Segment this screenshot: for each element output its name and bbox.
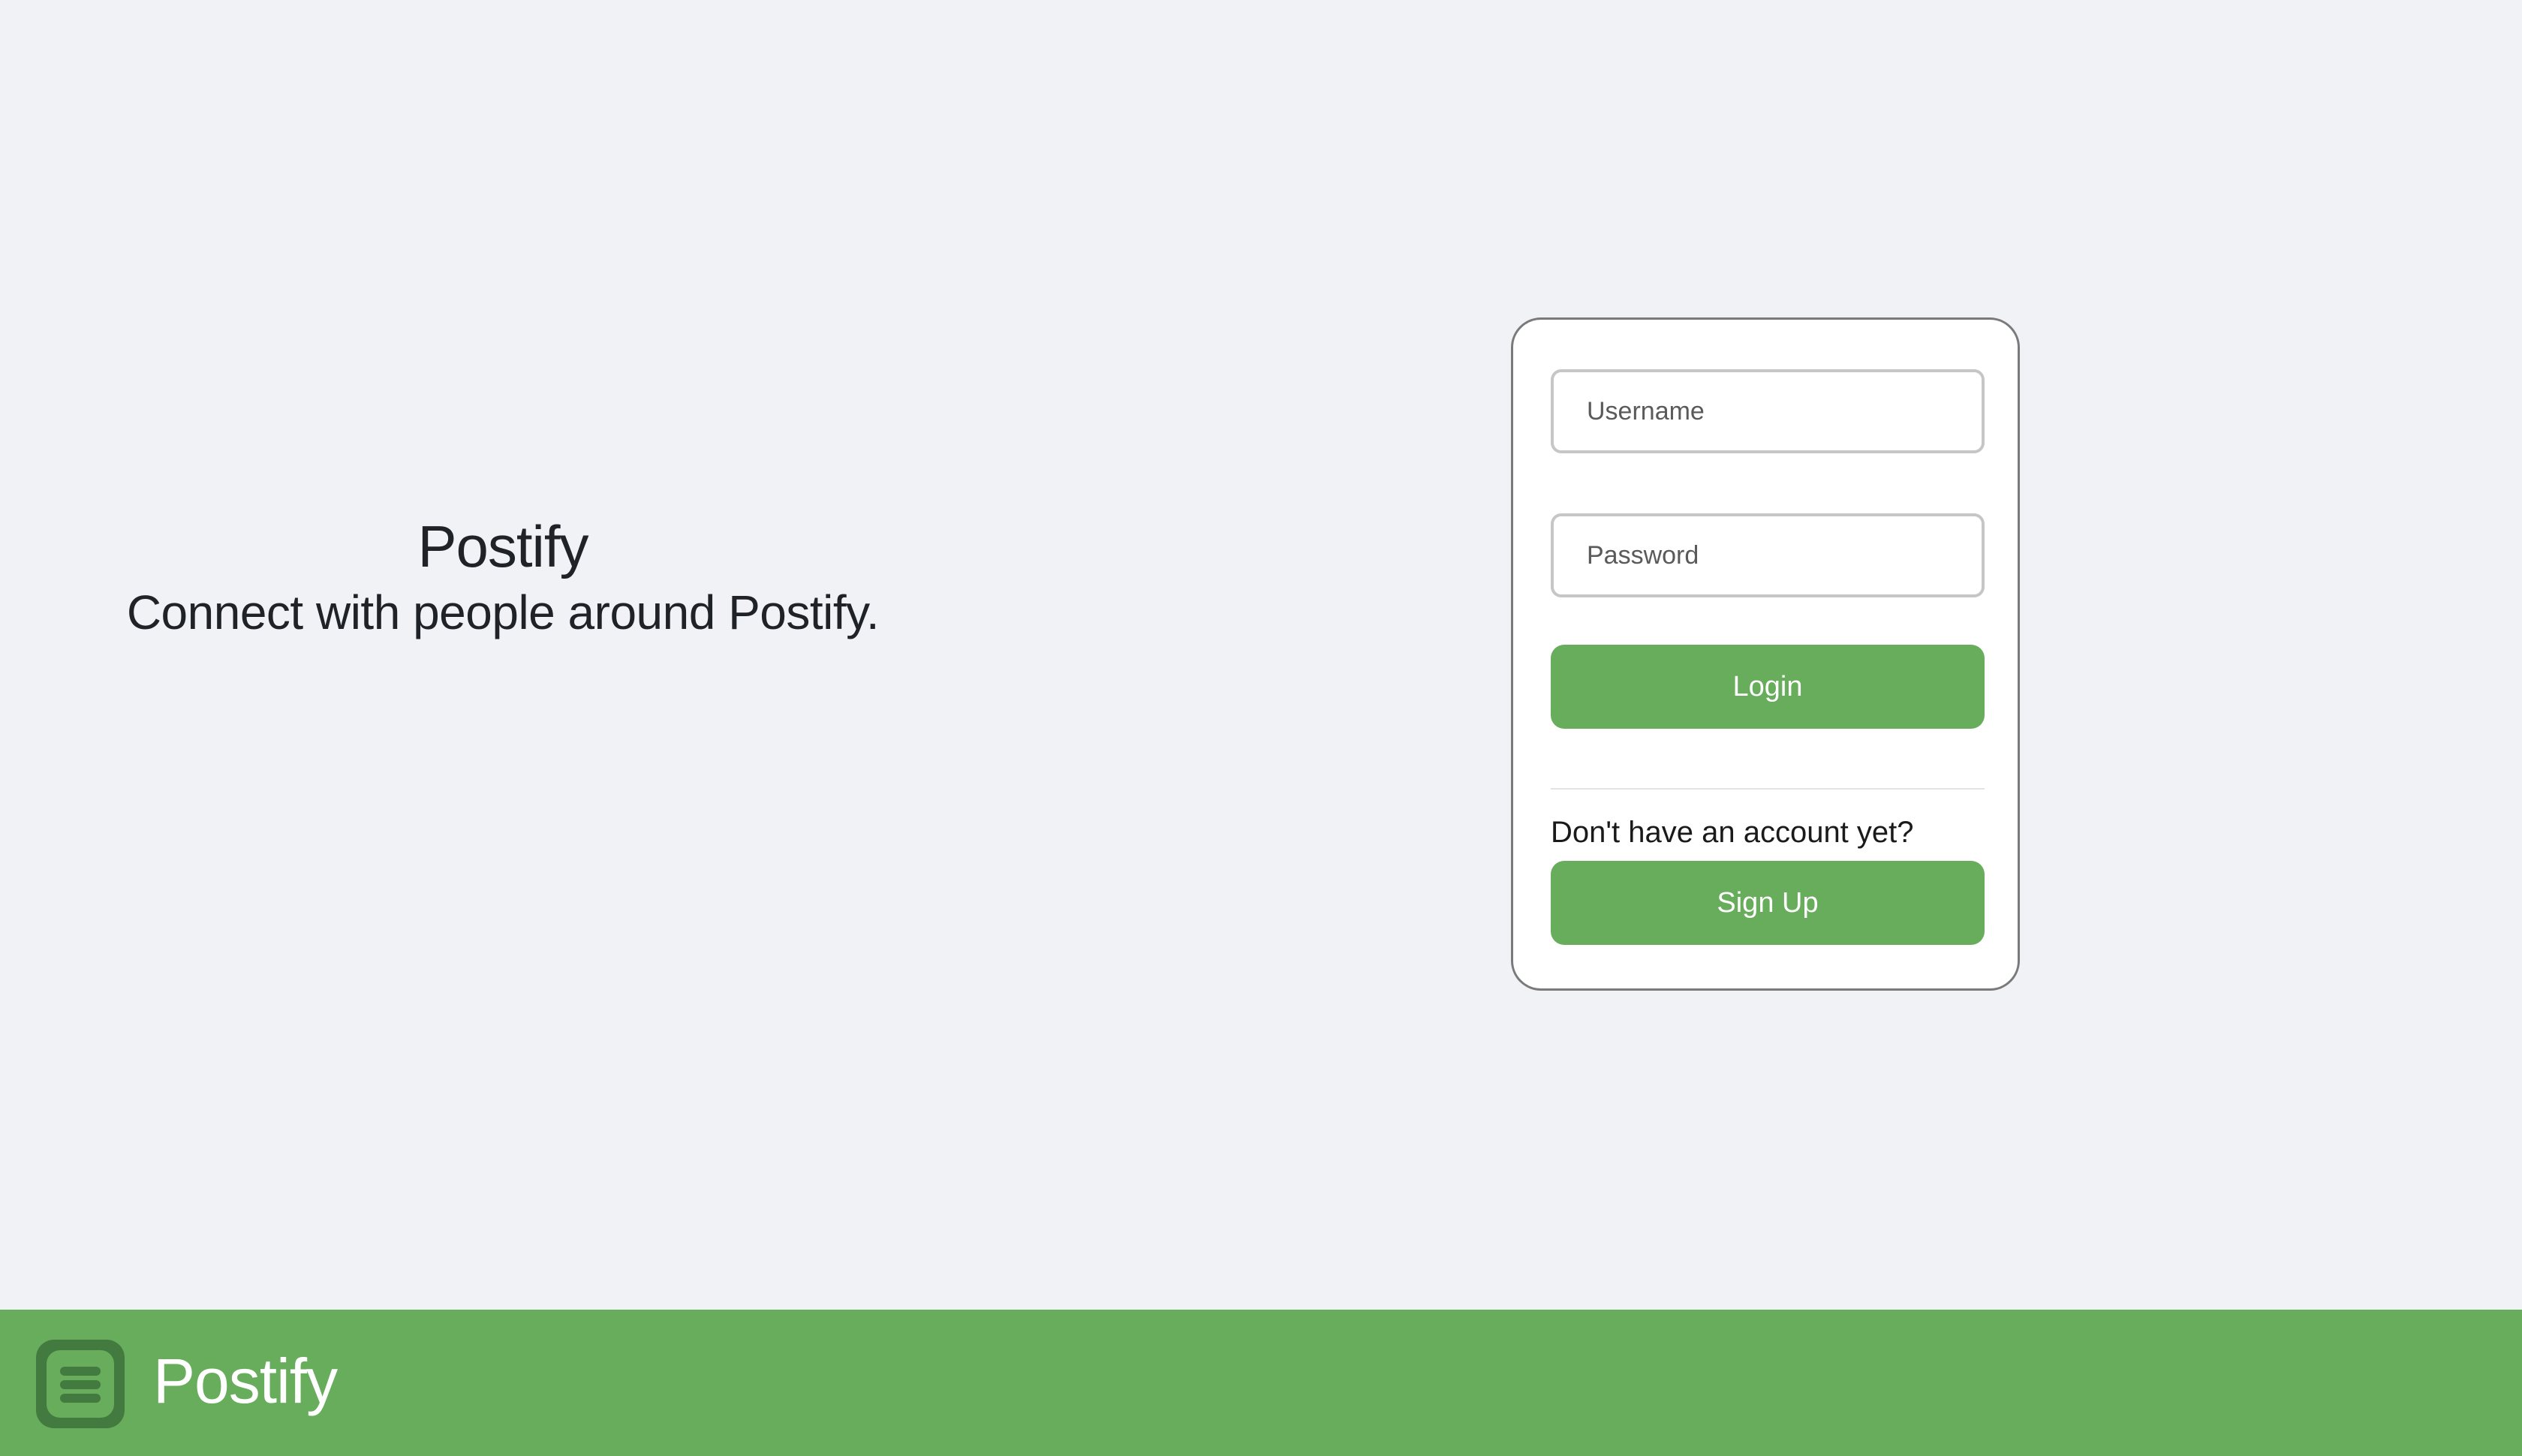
footer-brand[interactable]: Postify bbox=[153, 1343, 338, 1418]
logo-line bbox=[60, 1394, 101, 1403]
hero-section: Postify Connect with people around Posti… bbox=[120, 510, 886, 642]
login-card: Login Don't have an account yet? Sign Up bbox=[1511, 317, 2020, 991]
footer-bar: Postify bbox=[0, 1310, 2522, 1456]
signup-button[interactable]: Sign Up bbox=[1551, 861, 1985, 945]
signup-prompt: Don't have an account yet? bbox=[1551, 816, 1914, 849]
app-logo-icon[interactable] bbox=[36, 1340, 125, 1428]
login-button[interactable]: Login bbox=[1551, 645, 1985, 729]
logo-line bbox=[60, 1367, 101, 1376]
divider bbox=[1551, 788, 1985, 790]
hero-title: Postify bbox=[417, 513, 588, 579]
username-input[interactable] bbox=[1551, 369, 1985, 453]
hero-tagline: Connect with people around Postify. bbox=[126, 585, 880, 639]
password-input[interactable] bbox=[1551, 513, 1985, 597]
logo-line bbox=[60, 1380, 101, 1389]
logo-inner bbox=[47, 1350, 114, 1418]
